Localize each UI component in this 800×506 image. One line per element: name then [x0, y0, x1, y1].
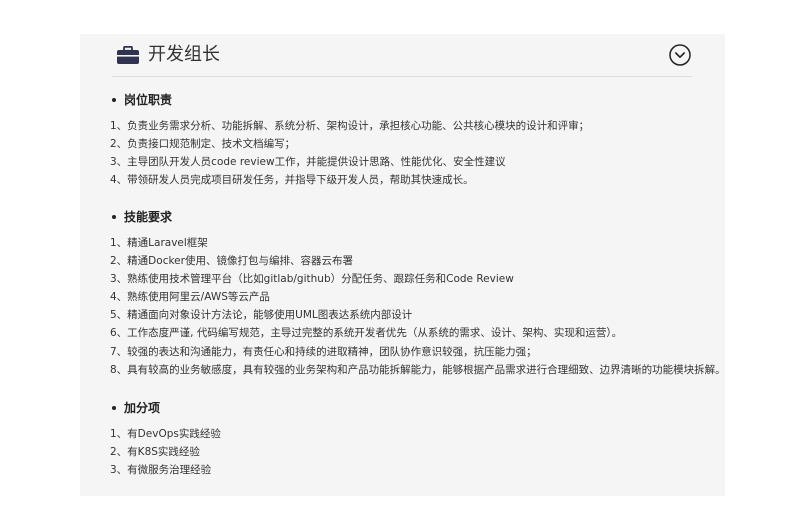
bullet-icon	[112, 97, 116, 102]
section-skills: 技能要求 1、精通Laravel框架 2、精通Docker使用、镜像打包与编排、…	[110, 209, 726, 376]
section-items: 1、精通Laravel框架 2、精通Docker使用、镜像打包与编排、容器云布署…	[110, 234, 726, 379]
list-item: 8、具有较高的业务敏感度，具有较强的业务架构和产品功能拆解能力，能够根据产品需求…	[110, 363, 726, 376]
card-header: 开发组长	[112, 34, 692, 77]
list-item: 3、有微服务治理经验	[110, 464, 212, 477]
list-item: 1、精通Laravel框架	[110, 237, 208, 249]
section-title-text: 岗位职责	[124, 93, 173, 107]
section-title: 加分项	[110, 400, 710, 416]
bullet-icon	[112, 405, 116, 410]
list-item: 5、精通面向对象设计方法论，能够使用UML图表达系统内部设计	[110, 309, 413, 322]
job-card: 开发组长 岗位职责 1、负责业务需求分析、功能拆解、系统分析、架构设计，承担核心…	[80, 34, 726, 496]
list-item: 4、熟练使用阿里云/AWS等云产品	[110, 291, 270, 304]
list-item: 3、主导团队开发人员code review工作，并能提供设计思路、性能优化、安全…	[110, 156, 506, 169]
section-bonus: 加分项 1、有DevOps实践经验 2、有K8S实践经验 3、有微服务治理经验	[110, 400, 710, 476]
section-title-text: 技能要求	[124, 210, 173, 224]
section-items: 1、有DevOps实践经验 2、有K8S实践经验 3、有微服务治理经验	[110, 425, 710, 479]
list-item: 3、熟练使用技术管理平台（比如gitlab/github）分配任务、跟踪任务和C…	[110, 273, 514, 286]
briefcase-icon	[117, 46, 139, 64]
list-item: 7、较强的表达和沟通能力，有责任心和持续的进取精神，团队协作意识较强，抗压能力强…	[110, 345, 537, 358]
section-items: 1、负责业务需求分析、功能拆解、系统分析、架构设计，承担核心功能、公共核心模块的…	[110, 117, 710, 189]
list-item: 2、精通Docker使用、镜像打包与编排、容器云布署	[110, 255, 353, 268]
bullet-icon	[112, 214, 116, 219]
section-title: 技能要求	[110, 209, 710, 225]
list-item: 2、有K8S实践经验	[110, 446, 200, 459]
list-item: 1、有DevOps实践经验	[110, 428, 221, 440]
section-title-text: 加分项	[124, 401, 161, 415]
list-item: 4、带领研发人员完成项目研发任务，并指导下级开发人员，帮助其快速成长。	[110, 174, 474, 187]
list-item: 1、负责业务需求分析、功能拆解、系统分析、架构设计，承担核心功能、公共核心模块的…	[110, 120, 590, 132]
section-title: 岗位职责	[110, 92, 710, 108]
list-item: 6、工作态度严谨, 代码编写规范，主导过完整的系统开发者优先（从系统的需求、设计…	[110, 327, 623, 340]
section-responsibilities: 岗位职责 1、负责业务需求分析、功能拆解、系统分析、架构设计，承担核心功能、公共…	[110, 92, 710, 186]
list-item: 2、负责接口规范制定、技术文档编写；	[110, 138, 296, 151]
chevron-down-circle-icon[interactable]	[669, 44, 691, 66]
page-title: 开发组长	[148, 44, 220, 65]
